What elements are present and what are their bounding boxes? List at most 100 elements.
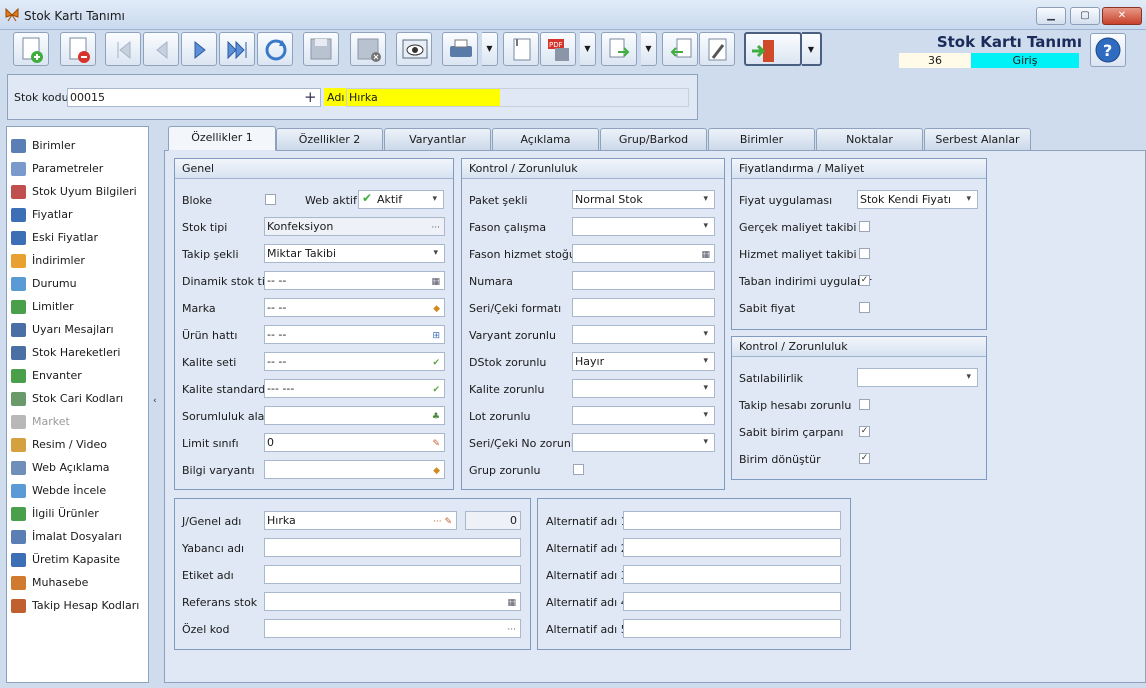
seri-format-field[interactable] [572, 298, 715, 317]
urun-hatti-field[interactable]: -- -- ⊞ [264, 325, 445, 344]
ozel-field[interactable]: ··· [264, 619, 521, 638]
sidebar-item[interactable]: Eski Fiyatlar [11, 227, 145, 249]
alt4-field[interactable] [623, 592, 841, 611]
sidebar-item[interactable]: Üretim Kapasite [11, 549, 145, 571]
sidebar-item[interactable]: İmalat Dosyaları [11, 526, 145, 548]
alt3-field[interactable] [623, 565, 841, 584]
bilgi-field[interactable]: ◆ [264, 460, 445, 479]
print-button[interactable] [442, 32, 478, 66]
tab-4[interactable]: Grup/Barkod [600, 128, 707, 150]
kalite-select[interactable] [572, 379, 715, 398]
delete-button[interactable] [60, 32, 96, 66]
tab-7[interactable]: Serbest Alanlar [924, 128, 1031, 150]
referans-field[interactable]: ▦ [264, 592, 521, 611]
dinamik-field[interactable]: -- -- ▦ [264, 271, 445, 290]
sidebar-item[interactable]: Market [11, 411, 145, 433]
sidebar-item[interactable]: Durumu [11, 273, 145, 295]
exit-button[interactable] [744, 32, 802, 66]
pdf-dropdown[interactable]: ▼ [580, 32, 596, 66]
help-button[interactable]: ? [1090, 33, 1126, 67]
bloke-checkbox[interactable] [265, 194, 276, 205]
save-button[interactable] [303, 32, 339, 66]
sorumluluk-field[interactable]: ♣ [264, 406, 445, 425]
sidebar-item[interactable]: Limitler [11, 296, 145, 318]
export-dropdown[interactable]: ▼ [641, 32, 657, 66]
first-record-button[interactable] [105, 32, 141, 66]
sidebar-item-label: Stok Cari Kodları [32, 392, 124, 405]
print-dropdown[interactable]: ▼ [482, 32, 498, 66]
tab-5[interactable]: Birimler [708, 128, 815, 150]
maximize-button[interactable]: ▢ [1070, 7, 1100, 25]
sidebar-item[interactable]: İndirimler [11, 250, 145, 272]
kalite-seti-field[interactable]: -- -- ✔ [264, 352, 445, 371]
fason-select[interactable] [572, 217, 715, 236]
birim-donustur-checkbox[interactable] [859, 453, 870, 464]
kalite-std-field[interactable]: --- --- ✔ [264, 379, 445, 398]
exit-dropdown[interactable]: ▼ [802, 32, 822, 66]
sidebar-item[interactable]: İlgili Ürünler [11, 503, 145, 525]
varyant-select[interactable] [572, 325, 715, 344]
sidebar-item[interactable]: Stok Cari Kodları [11, 388, 145, 410]
taban-checkbox[interactable] [859, 275, 870, 286]
next-record-button[interactable] [181, 32, 217, 66]
tab-1[interactable]: Özellikler 2 [276, 128, 383, 150]
import-button[interactable] [662, 32, 698, 66]
tab-3[interactable]: Açıklama [492, 128, 599, 150]
sidebar-item[interactable]: Takip Hesap Kodları [11, 595, 145, 617]
sabit-birim-checkbox[interactable] [859, 426, 870, 437]
stock-code-input[interactable]: 00015 [67, 88, 321, 107]
sidebar-item[interactable]: Resim / Video [11, 434, 145, 456]
fiyat-uygulama-select[interactable]: Stok Kendi Fiyatı [857, 190, 978, 209]
sidebar-item[interactable]: Muhasebe [11, 572, 145, 594]
sidebar-item[interactable]: Stok Hareketleri [11, 342, 145, 364]
last-record-button[interactable] [219, 32, 255, 66]
sidebar-item[interactable]: Parametreler [11, 158, 145, 180]
tab-2[interactable]: Varyantlar [384, 128, 491, 150]
takip-select[interactable]: Miktar Takibi [264, 244, 445, 263]
tab-6[interactable]: Noktalar [816, 128, 923, 150]
lot-select[interactable] [572, 406, 715, 425]
sidebar-item[interactable]: Envanter [11, 365, 145, 387]
sidebar-item[interactable]: Webde İncele [11, 480, 145, 502]
alt1-field[interactable] [623, 511, 841, 530]
close-button[interactable]: ✕ [1102, 7, 1142, 25]
seri-no-select[interactable] [572, 433, 715, 452]
grup-checkbox[interactable] [573, 464, 584, 475]
sidebar-item[interactable]: Uyarı Mesajları [11, 319, 145, 341]
add-stock-icon[interactable]: + [304, 88, 317, 106]
tab-0[interactable]: Özellikler 1 [168, 126, 276, 151]
minimize-button[interactable]: ▁ [1036, 7, 1066, 25]
refresh-button[interactable] [257, 32, 293, 66]
sidebar-item[interactable]: Fiyatlar [11, 204, 145, 226]
yabanci-field[interactable] [264, 538, 521, 557]
sidebar-splitter[interactable]: ‹ [151, 126, 161, 683]
sidebar-item[interactable]: Birimler [11, 135, 145, 157]
satilabilir-select[interactable] [857, 368, 978, 387]
limit-field[interactable]: 0 ✎ [264, 433, 445, 452]
stock-name-input[interactable]: Hırka [346, 88, 689, 107]
pdf-button[interactable]: PDF [540, 32, 576, 66]
gercek-checkbox[interactable] [859, 221, 870, 232]
export-button[interactable] [601, 32, 637, 66]
save-close-button[interactable] [350, 32, 386, 66]
dstok-select[interactable]: Hayır [572, 352, 715, 371]
paket-select[interactable]: Normal Stok [572, 190, 715, 209]
takip-hesap-checkbox[interactable] [859, 399, 870, 410]
prev-record-button[interactable] [143, 32, 179, 66]
hizmet-checkbox[interactable] [859, 248, 870, 259]
marka-field[interactable]: -- -- ◆ [264, 298, 445, 317]
preview-button[interactable] [396, 32, 432, 66]
alt5-field[interactable] [623, 619, 841, 638]
stok-tipi-field[interactable]: Konfeksiyon ··· [264, 217, 445, 236]
sidebar-item[interactable]: Stok Uyum Bilgileri [11, 181, 145, 203]
new-button[interactable] [13, 32, 49, 66]
numara-field[interactable] [572, 271, 715, 290]
genel-adi-field[interactable]: Hırka ··· ✎ [264, 511, 457, 530]
document-button[interactable] [503, 32, 539, 66]
alt2-field[interactable] [623, 538, 841, 557]
fason-hizmet-field[interactable]: ▦ [572, 244, 715, 263]
settings-button[interactable] [699, 32, 735, 66]
etiket-field[interactable] [264, 565, 521, 584]
sabit-fiyat-checkbox[interactable] [859, 302, 870, 313]
sidebar-item[interactable]: Web Açıklama [11, 457, 145, 479]
